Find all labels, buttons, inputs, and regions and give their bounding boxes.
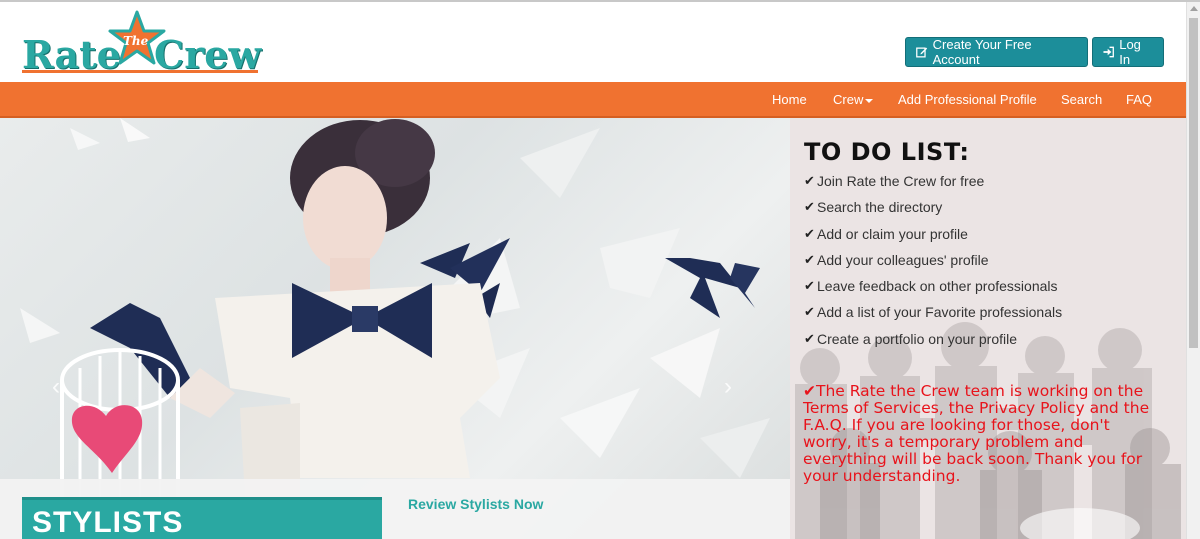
nav-item-add-professional-profile[interactable]: Add Professional Profile — [898, 82, 1037, 118]
login-label: Log In — [1119, 37, 1141, 67]
nav-item-search[interactable]: Search — [1061, 82, 1102, 118]
hero-image — [20, 118, 770, 518]
sign-in-icon — [1103, 46, 1114, 58]
nav-item-home[interactable]: Home — [772, 82, 807, 118]
create-account-label: Create Your Free Account — [932, 37, 1032, 67]
todo-item-label: Leave feedback on other professionals — [817, 278, 1058, 295]
todo-item-label: Join Rate the Crew for free — [817, 173, 985, 189]
carousel-prev-arrow[interactable]: ‹ — [52, 373, 60, 401]
todo-item: ✔ Join Rate the Crew for free — [804, 171, 1062, 197]
check-icon: ✔ — [804, 199, 815, 215]
login-button[interactable]: Log In — [1092, 37, 1164, 67]
todo-item-label: Search the directory — [817, 199, 943, 216]
hero-carousel: ‹ › — [0, 118, 790, 539]
check-icon: ✔ — [804, 278, 815, 294]
site-logo[interactable]: Rate The Crew — [22, 10, 262, 77]
chevron-down-icon — [865, 98, 874, 103]
check-icon: ✔ — [804, 330, 815, 346]
nav-item-faq[interactable]: FAQ — [1126, 82, 1152, 118]
edit-icon — [916, 47, 928, 58]
todo-item: ✔ Search the directory — [804, 197, 1062, 223]
todo-panel: TO DO LIST: ✔ Join Rate the Crew for fre… — [790, 118, 1186, 539]
todo-item: ✔ Create a portfolio on your profile — [804, 329, 1062, 355]
notice-message: ✔The Rate the Crew team is working on th… — [803, 383, 1163, 485]
todo-item-label: Add a list of your Favorite professional… — [817, 304, 1063, 321]
todo-item-label: Add or claim your profile — [817, 225, 968, 242]
check-icon: ✔ — [804, 251, 815, 267]
carousel-next-arrow[interactable]: › — [724, 373, 732, 401]
todo-item-label: Add your colleagues' profile — [817, 251, 989, 268]
scroll-thumb[interactable] — [1189, 18, 1198, 348]
stylists-panel: STYLISTS — [22, 497, 382, 539]
todo-title: TO DO LIST: — [804, 138, 970, 166]
review-stylists-link[interactable]: Review Stylists Now — [408, 496, 543, 512]
todo-item: ✔ Add a list of your Favorite profession… — [804, 302, 1062, 328]
logo-underline — [22, 70, 258, 73]
check-icon: ✔ — [804, 304, 815, 320]
todo-item-label: Create a portfolio on your profile — [817, 330, 1017, 347]
check-icon: ✔ — [804, 173, 815, 188]
scroll-up-icon[interactable] — [1190, 6, 1198, 11]
todo-item: ✔ Add your colleagues' profile — [804, 250, 1062, 276]
todo-list: ✔ Join Rate the Crew for free ✔ Search t… — [804, 171, 1062, 355]
notice-text: The Rate the Crew team is working on the… — [803, 382, 1150, 485]
logo-word-the: The — [123, 34, 149, 48]
create-account-button[interactable]: Create Your Free Account — [905, 37, 1088, 67]
site-header: Rate The Crew Create Your Free Account L… — [0, 2, 1186, 82]
stylists-title: STYLISTS — [32, 506, 184, 539]
page-scrollbar[interactable] — [1186, 2, 1200, 539]
check-icon: ✔ — [803, 382, 816, 400]
todo-item: ✔ Add or claim your profile — [804, 224, 1062, 250]
nav-item-crew-label: Crew — [833, 92, 864, 107]
todo-item: ✔ Leave feedback on other professionals — [804, 276, 1062, 302]
main-nav: Home Crew Add Professional Profile Searc… — [0, 82, 1186, 118]
nav-item-crew[interactable]: Crew — [833, 82, 874, 118]
check-icon: ✔ — [804, 225, 815, 241]
